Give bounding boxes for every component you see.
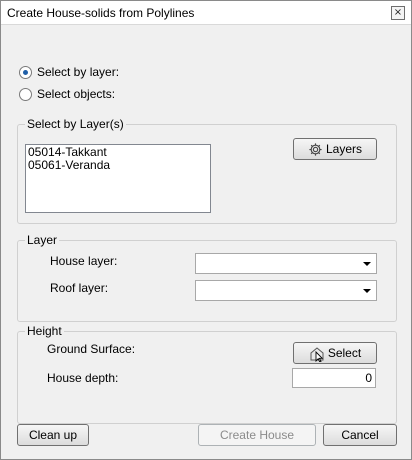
- chevron-down-icon: [363, 289, 371, 293]
- layer-group-label: Layer: [25, 233, 60, 247]
- height-group-label: Height: [25, 324, 64, 338]
- layers-listbox[interactable]: 05014-Takkant 05061-Veranda: [25, 144, 211, 213]
- house-layer-dropdown[interactable]: [195, 253, 377, 274]
- gear-icon: [308, 142, 323, 157]
- close-button[interactable]: ×: [391, 6, 405, 20]
- title-bar[interactable]: Create House-solids from Polylines ×: [1, 1, 411, 25]
- dialog-window: Create House-solids from Polylines × Sel…: [0, 0, 412, 460]
- layers-button[interactable]: Layers: [293, 138, 377, 160]
- list-item[interactable]: 05061-Veranda: [28, 159, 208, 172]
- layers-button-label: Layers: [325, 142, 363, 156]
- create-house-button[interactable]: Create House: [198, 424, 316, 446]
- cancel-button[interactable]: Cancel: [323, 424, 397, 446]
- select-ground-surface-button[interactable]: Select: [293, 342, 377, 364]
- select-objects-label: Select objects:: [37, 87, 116, 101]
- select-objects-radio[interactable]: [19, 87, 32, 101]
- ground-surface-label: Ground Surface:: [47, 342, 136, 356]
- house-layer-label: House layer:: [50, 254, 118, 268]
- select-by-layer-radio[interactable]: [19, 65, 32, 79]
- house-depth-label: House depth:: [47, 371, 119, 385]
- select-button-label: Select: [327, 346, 362, 360]
- roof-layer-label: Roof layer:: [50, 281, 109, 295]
- pick-cursor-icon: [309, 346, 325, 362]
- select-objects-option[interactable]: Select objects:: [19, 86, 115, 102]
- window-title: Create House-solids from Polylines: [7, 6, 195, 20]
- dialog-body: Select by layer: Select objects: Select …: [1, 26, 411, 459]
- house-depth-input[interactable]: 0: [292, 368, 376, 388]
- select-by-layers-group-label: Select by Layer(s): [25, 117, 126, 131]
- roof-layer-dropdown[interactable]: [195, 280, 377, 301]
- select-by-layer-option[interactable]: Select by layer:: [19, 64, 119, 80]
- select-by-layer-label: Select by layer:: [37, 65, 120, 79]
- close-icon: ×: [393, 7, 403, 18]
- clean-up-button[interactable]: Clean up: [17, 424, 89, 446]
- chevron-down-icon: [363, 262, 371, 266]
